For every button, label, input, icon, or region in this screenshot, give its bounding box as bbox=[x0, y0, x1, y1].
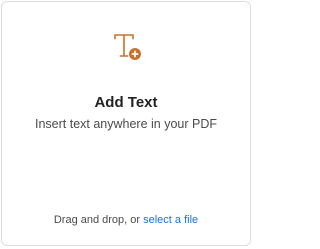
drop-prompt-text: Drag and drop, or bbox=[53, 214, 141, 226]
select-file-link[interactable]: select a file bbox=[143, 214, 198, 226]
add-text-icon bbox=[112, 31, 148, 65]
add-text-tool-card[interactable]: Add Text Insert text anywhere in your PD… bbox=[1, 1, 251, 246]
drop-zone-hint: Drag and drop, or select a file bbox=[2, 214, 250, 226]
card-description: Insert text anywhere in your PDF bbox=[34, 117, 218, 131]
card-title: Add Text bbox=[94, 94, 158, 111]
